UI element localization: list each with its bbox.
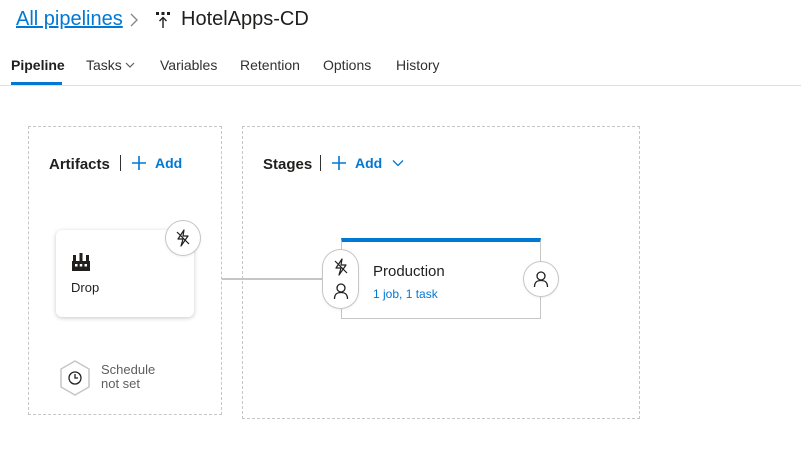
pre-deployment-conditions	[323, 250, 358, 308]
tab-pipeline[interactable]: Pipeline	[11, 57, 65, 73]
artifact-name: Drop	[71, 280, 100, 295]
schedule-line1: Schedule	[101, 362, 156, 377]
continuous-deployment-trigger-button[interactable]	[166, 221, 200, 255]
add-artifact-button[interactable]: Add	[131, 155, 182, 171]
chevron-down-icon	[125, 61, 135, 69]
add-stage-button[interactable]: Add	[331, 155, 404, 171]
chevron-down-icon	[392, 160, 404, 167]
release-pipeline-icon	[156, 12, 170, 28]
active-tab-indicator	[11, 82, 62, 85]
tab-variables[interactable]: Variables	[160, 57, 217, 73]
tab-options[interactable]: Options	[323, 57, 371, 73]
add-artifact-label: Add	[155, 155, 183, 171]
clock-icon	[59, 360, 91, 396]
tab-bar: Pipeline Tasks Variables Retention Optio…	[0, 52, 801, 86]
plus-icon	[332, 156, 346, 170]
build-artifact-icon	[71, 252, 91, 272]
artifacts-title: Artifacts	[49, 156, 110, 173]
tab-tasks[interactable]: Tasks	[86, 57, 135, 73]
stage-card-production[interactable]: Production 1 job, 1 task	[341, 238, 541, 319]
chevron-right-icon	[128, 12, 140, 28]
stages-title: Stages	[263, 156, 313, 173]
add-stage-label: Add	[355, 155, 383, 171]
divider	[120, 155, 121, 171]
page-title: HotelApps-CD	[181, 8, 309, 30]
divider	[320, 155, 321, 171]
tab-tasks-label: Tasks	[86, 57, 122, 73]
header: All pipelines HotelApps-CD	[0, 0, 801, 44]
tab-history[interactable]: History	[396, 57, 440, 73]
tab-retention[interactable]: Retention	[240, 57, 300, 73]
stage-name: Production	[373, 263, 445, 280]
post-deployment-approvals-button[interactable]	[524, 262, 558, 296]
schedule-line2: not set	[101, 376, 141, 391]
lightning-icon[interactable]	[332, 258, 350, 276]
schedule-trigger[interactable]: Schedule not set	[59, 360, 179, 396]
person-icon	[533, 270, 549, 288]
schedule-label: Schedule not set	[101, 363, 155, 391]
lightning-icon	[175, 229, 191, 247]
plus-icon	[132, 156, 146, 170]
stage-tasks-link[interactable]: 1 job, 1 task	[373, 287, 438, 301]
all-pipelines-link[interactable]: All pipelines	[16, 8, 123, 31]
person-icon[interactable]	[333, 282, 349, 300]
